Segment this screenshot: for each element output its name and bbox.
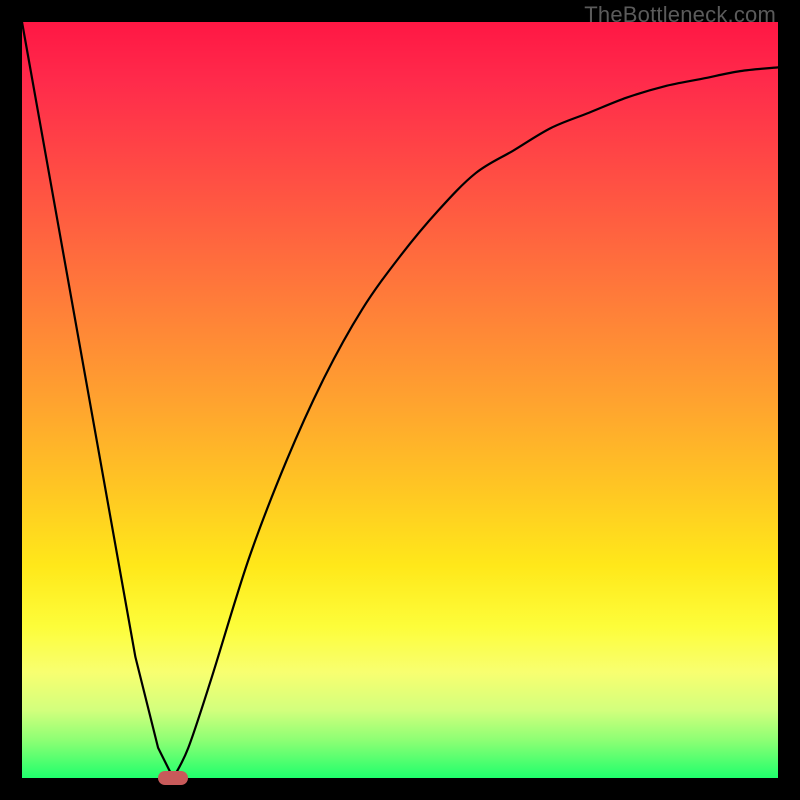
chart-container: TheBottleneck.com bbox=[0, 0, 800, 800]
bottleneck-curve bbox=[22, 22, 778, 778]
optimal-range-marker bbox=[158, 771, 188, 785]
plot-area bbox=[22, 22, 778, 778]
